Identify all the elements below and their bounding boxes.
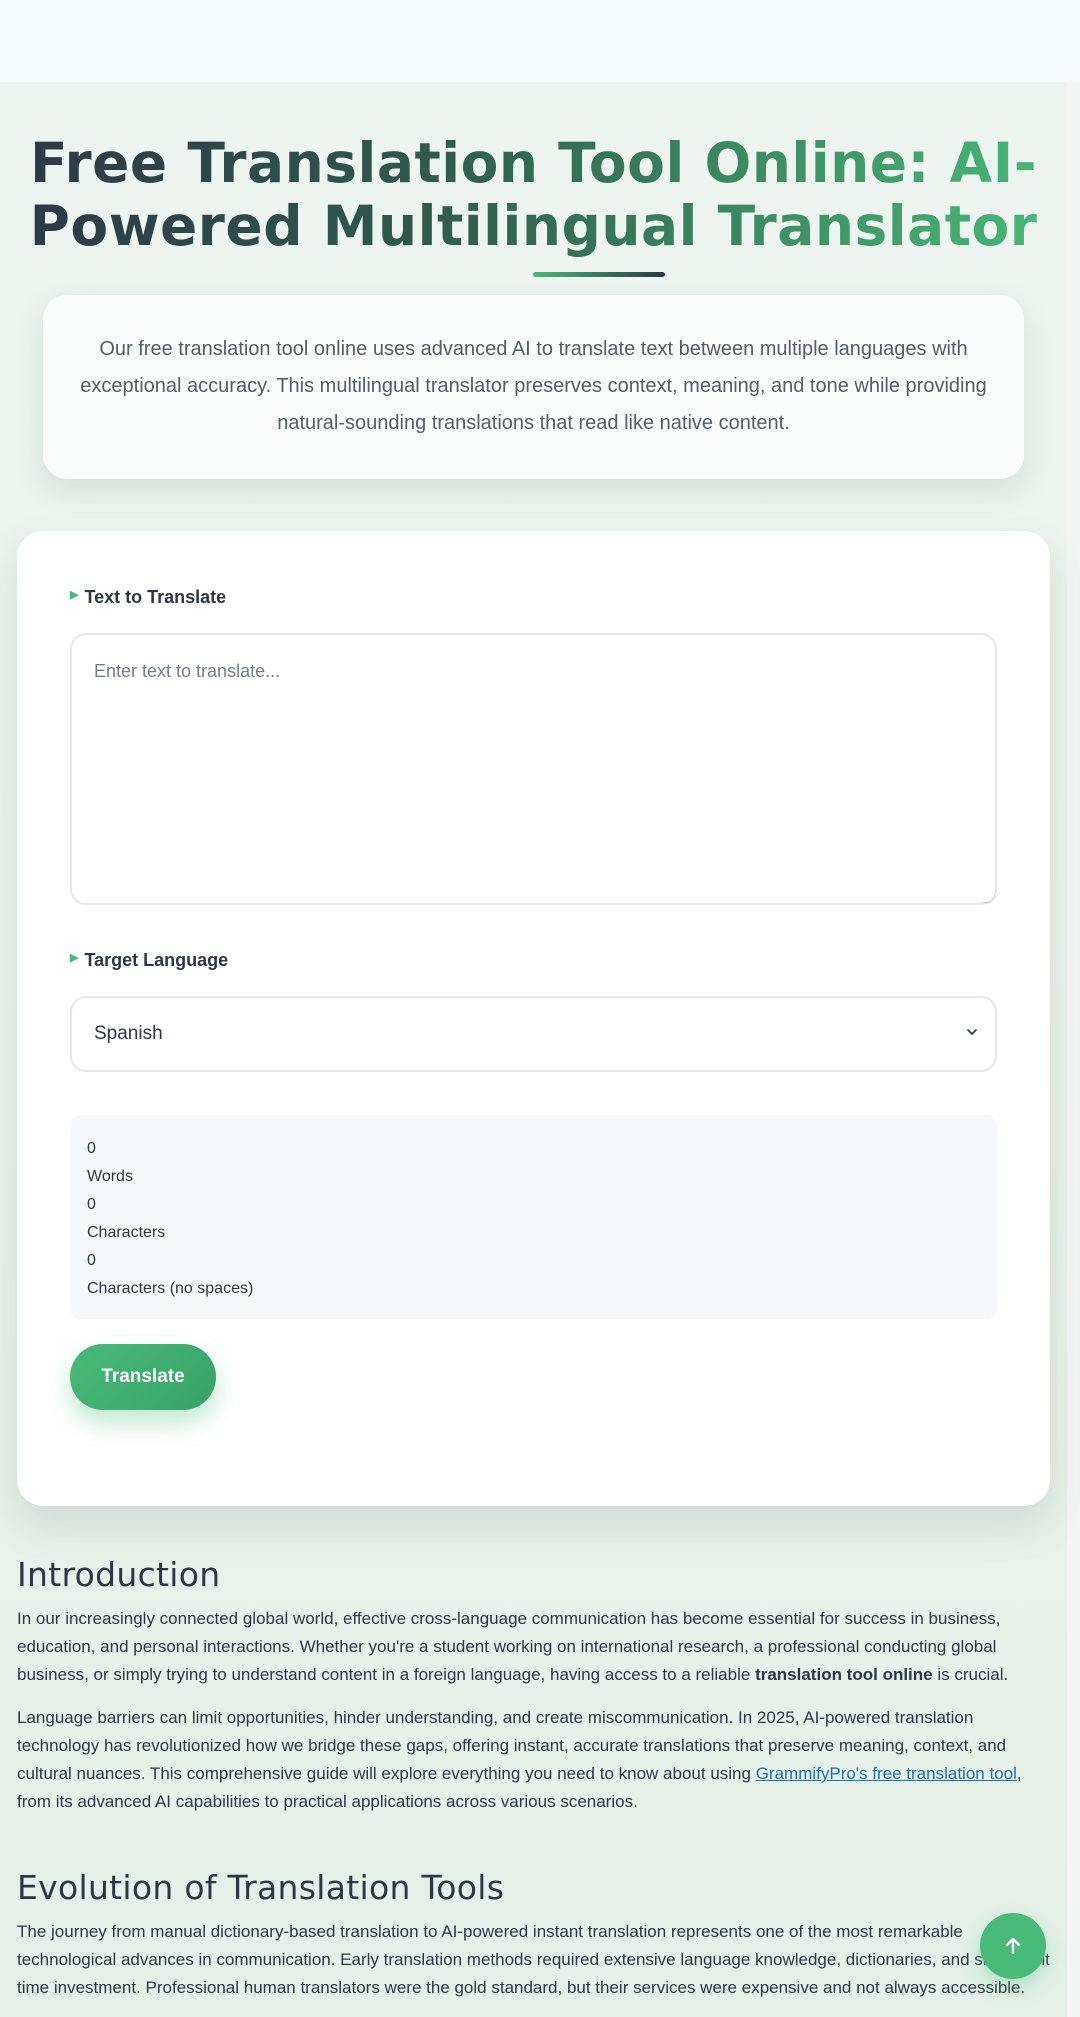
words-label: Words [87, 1168, 133, 1185]
intro-p1-bold: translation tool online [755, 1665, 933, 1684]
evolution-paragraph-1: The journey from manual dictionary-based… [17, 1922, 1050, 1997]
selected-language: Spanish [94, 1023, 163, 1044]
title-underline [533, 272, 665, 277]
characters-count: 0 [87, 1196, 96, 1213]
text-to-translate-input[interactable] [70, 633, 997, 905]
characters-no-spaces-count: 0 [87, 1252, 96, 1269]
intro-card: Our free translation tool online uses ad… [43, 295, 1024, 479]
scroll-to-top-button[interactable] [980, 1913, 1046, 1979]
target-language-label: ▶ Target Language [70, 950, 228, 971]
triangle-right-icon: ▶ [70, 952, 79, 964]
target-language-select[interactable]: Spanish [70, 996, 997, 1072]
scrollbar[interactable] [1067, 82, 1080, 2017]
language-label-text: Target Language [84, 950, 229, 970]
intro-description: Our free translation tool online uses ad… [80, 338, 987, 434]
intro-p1-end: is crucial. [932, 1665, 1009, 1684]
text-to-translate-label: ▶ Text to Translate [70, 587, 226, 608]
translation-tool-link[interactable]: GrammifyPro's free translation tool [756, 1764, 1017, 1783]
text-label-text: Text to Translate [84, 587, 227, 607]
introduction-paragraph-2: Language barriers can limit opportunitie… [17, 1704, 1052, 1816]
arrow-up-icon [1005, 1937, 1021, 1955]
top-bar [0, 0, 1080, 82]
introduction-paragraph-1: In our increasingly connected global wor… [17, 1605, 1052, 1689]
characters-no-spaces-label: Characters (no spaces) [87, 1280, 254, 1297]
page-title: Free Translation Tool Online: AI-Powered… [0, 132, 1067, 258]
translate-button[interactable]: Translate [70, 1344, 216, 1410]
text-stats-panel: 0 Words 0 Characters 0 Characters (no sp… [70, 1115, 997, 1319]
introduction-heading: Introduction [17, 1555, 221, 1594]
translation-tool-card: ▶ Text to Translate ▶ Target Language Sp… [17, 531, 1050, 1506]
chevron-down-icon [967, 1029, 977, 1035]
triangle-right-icon: ▶ [70, 589, 79, 601]
words-count: 0 [87, 1140, 96, 1157]
evolution-heading: Evolution of Translation Tools [17, 1868, 505, 1907]
characters-label: Characters [87, 1224, 166, 1241]
